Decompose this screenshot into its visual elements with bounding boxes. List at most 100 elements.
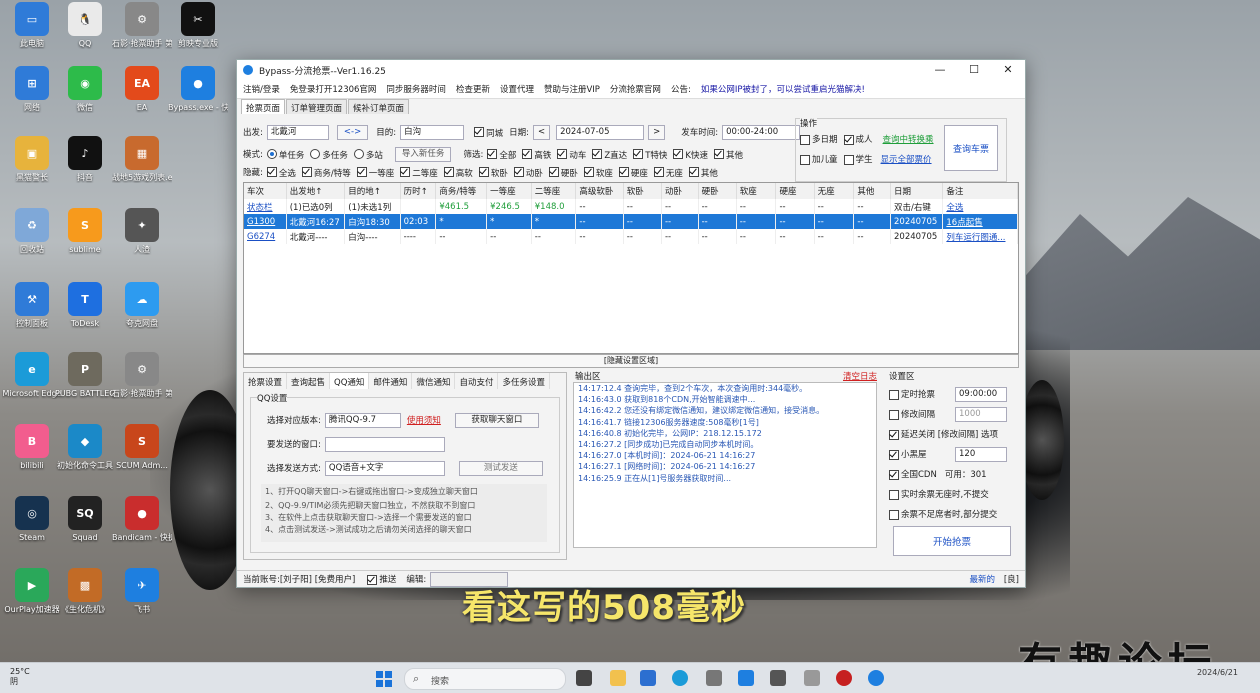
column-header[interactable]: 历时↑ xyxy=(400,183,437,199)
table-cell[interactable]: 北戴河---- xyxy=(286,229,346,244)
column-header[interactable]: 商务/特等 xyxy=(435,183,488,199)
notify-tab[interactable]: 多任务设置 xyxy=(498,373,550,389)
start-grab-button[interactable]: 开始抢票 xyxy=(893,526,1011,556)
blackroom-input[interactable]: 120 xyxy=(955,446,1007,462)
table-cell[interactable]: * xyxy=(435,214,488,229)
desktop-shortcut[interactable]: ✂ 剪映专业版 xyxy=(168,2,228,49)
desktop-shortcut[interactable]: P PUBG BATTLEG... xyxy=(55,352,115,399)
table-cell[interactable]: -- xyxy=(775,214,815,229)
notify-tab[interactable]: 邮件通知 xyxy=(369,373,413,389)
table-cell[interactable]: 白沟18:30 xyxy=(344,214,401,229)
table-cell[interactable]: -- xyxy=(853,214,892,229)
notify-tab[interactable]: QQ通知 xyxy=(330,373,370,389)
column-header[interactable]: 日期 xyxy=(890,183,944,199)
date-prev-button[interactable]: < xyxy=(532,124,551,140)
feishu-icon[interactable] xyxy=(738,670,754,686)
table-cell[interactable] xyxy=(400,199,437,214)
desktop-shortcut[interactable]: ▶ OurPlay加速器 xyxy=(2,568,62,615)
query-tickets-button[interactable]: 查询车票 xyxy=(944,125,998,171)
send-mode-select[interactable]: QQ语音+文字 xyxy=(324,460,445,476)
menu-item-proxy[interactable]: 设置代理 xyxy=(500,83,534,95)
column-header[interactable]: 车次 xyxy=(244,183,287,199)
table-cell[interactable]: -- xyxy=(853,229,892,244)
task-view-icon[interactable] xyxy=(576,670,592,686)
table-cell[interactable]: -- xyxy=(575,199,624,214)
table-cell[interactable]: -- xyxy=(814,214,855,229)
send-window-select[interactable] xyxy=(324,436,445,452)
desktop-shortcut[interactable]: ♪ 抖音 xyxy=(55,136,115,183)
table-cell[interactable]: -- xyxy=(814,229,855,244)
depart-time-select[interactable]: 00:00-24:00 xyxy=(722,124,801,140)
table-cell[interactable]: -- xyxy=(531,229,577,244)
swap-button[interactable]: <-> xyxy=(336,124,369,140)
hide-checkbox[interactable] xyxy=(548,166,559,177)
table-cell[interactable]: 02:03 xyxy=(400,214,437,229)
usage-note-link[interactable]: 使用须知 xyxy=(407,414,441,426)
menu-item-open-12306[interactable]: 免登录打开12306官网 xyxy=(290,83,377,95)
table-cell[interactable]: -- xyxy=(661,214,699,229)
title-bar[interactable]: Bypass-分流抢票--Ver1.16.25 — ☐ ✕ xyxy=(237,60,1025,80)
multi-date-checkbox[interactable] xyxy=(800,135,810,145)
table-cell[interactable]: -- xyxy=(575,229,624,244)
same-city-checkbox[interactable] xyxy=(474,126,485,137)
column-header[interactable]: 其他 xyxy=(853,183,892,199)
table-cell[interactable]: 20240705 xyxy=(890,229,944,244)
column-header[interactable]: 硬卧 xyxy=(698,183,737,199)
hide-checkbox[interactable] xyxy=(301,166,312,177)
hide-checkbox[interactable] xyxy=(400,166,411,177)
qq-version-select[interactable]: 腾讯QQ-9.7 xyxy=(324,412,401,428)
column-header[interactable]: 硬座 xyxy=(775,183,815,199)
table-cell[interactable]: -- xyxy=(661,199,699,214)
windows-start-icon[interactable] xyxy=(376,671,392,687)
desktop-shortcut[interactable]: Ssublime xyxy=(55,208,115,255)
table-cell[interactable]: -- xyxy=(736,199,777,214)
desktop-shortcut[interactable]: ▣ 黑猫警长 xyxy=(2,136,62,183)
interval-input[interactable]: 1000 xyxy=(955,406,1007,422)
filter-checkbox[interactable] xyxy=(673,148,684,159)
hide-checkbox[interactable] xyxy=(688,166,699,177)
table-cell[interactable]: -- xyxy=(486,229,532,244)
table-cell[interactable]: * xyxy=(531,214,577,229)
date-input[interactable]: 2024-07-05 xyxy=(556,124,645,140)
test-send-button[interactable]: 测试发送 xyxy=(458,460,543,476)
edge-icon[interactable] xyxy=(672,670,688,686)
notify-tab[interactable]: 自动支付 xyxy=(455,373,499,389)
notify-tab[interactable]: 抢票设置 xyxy=(244,373,288,389)
desktop-shortcut[interactable]: ▦ 战地5游戏列表.e... xyxy=(112,136,172,183)
filter-checkbox[interactable] xyxy=(633,148,644,159)
table-cell[interactable]: -- xyxy=(623,214,662,229)
desktop-shortcut[interactable]: ⚙ 石影·抢票助手 第1.16.25 xyxy=(112,352,172,399)
desktop-shortcut[interactable]: 🐧 QQ xyxy=(55,2,115,49)
table-cell[interactable]: -- xyxy=(435,229,488,244)
table-cell[interactable]: 20240705 xyxy=(890,214,944,229)
to-input[interactable]: 白沟 xyxy=(400,124,465,140)
desktop-shortcut[interactable]: ◆ 初始化命令工具 xyxy=(55,424,115,471)
filter-checkbox[interactable] xyxy=(557,148,568,159)
table-cell[interactable]: -- xyxy=(661,229,699,244)
store-icon[interactable] xyxy=(640,670,656,686)
cdn-checkbox[interactable] xyxy=(889,470,899,480)
desktop-shortcut[interactable]: ▩ 《生化危机》 xyxy=(55,568,115,615)
table-cell[interactable]: 白沟---- xyxy=(344,229,401,244)
menu-item-notice[interactable]: 公告: xyxy=(671,83,691,95)
desktop-shortcut[interactable]: ● Bandicam - 快捷方式 xyxy=(112,496,172,543)
get-chat-window-button[interactable]: 获取聊天窗口 xyxy=(454,412,539,428)
mode-single-radio[interactable] xyxy=(266,148,277,159)
notify-tab[interactable]: 查询起售 xyxy=(287,373,331,389)
delay-close-checkbox[interactable] xyxy=(889,430,899,440)
table-cell[interactable]: -- xyxy=(814,199,855,214)
desktop-shortcut[interactable]: ♻ 回收站 xyxy=(2,208,62,255)
desktop-shortcut[interactable]: ⚒ 控制面板 xyxy=(2,282,62,329)
table-cell[interactable]: ¥461.5 xyxy=(435,199,488,214)
desktop-shortcut[interactable]: EA EA xyxy=(112,66,172,113)
interval-checkbox[interactable] xyxy=(889,410,899,420)
child-checkbox[interactable] xyxy=(800,155,810,165)
table-cell[interactable]: -- xyxy=(736,229,777,244)
notify-tab[interactable]: 微信通知 xyxy=(412,373,456,389)
tab-waitlist[interactable]: 候补订单页面 xyxy=(348,99,410,114)
hide-checkbox[interactable] xyxy=(583,166,594,177)
table-cell[interactable]: 列车运行图通... xyxy=(942,229,1018,244)
output-log[interactable]: 14:17:12.4 查询完毕，查到2个车次，本次查询用时:344毫秒。 14:1… xyxy=(573,382,877,548)
push-checkbox[interactable] xyxy=(367,575,378,585)
table-cell[interactable]: G1300 xyxy=(244,214,287,229)
